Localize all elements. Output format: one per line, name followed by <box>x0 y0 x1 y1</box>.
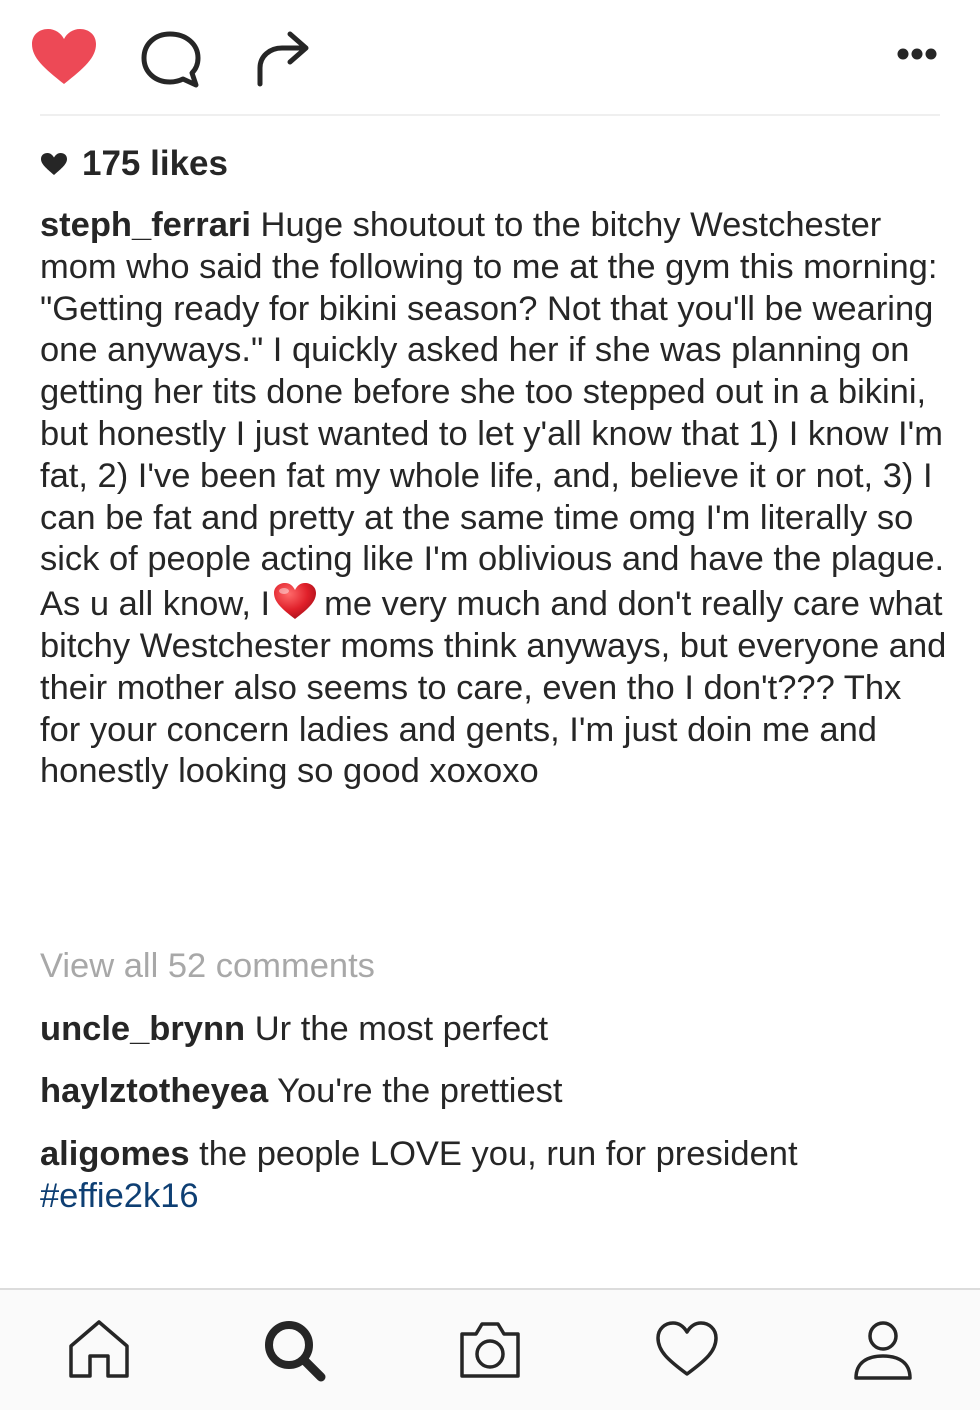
comment-item: uncle_brynn Ur the most perfect <box>40 1008 950 1050</box>
divider <box>40 114 940 116</box>
comment-bubble-icon[interactable] <box>140 30 204 90</box>
search-icon[interactable] <box>262 1318 328 1382</box>
comment-username[interactable]: uncle_brynn <box>40 1010 245 1048</box>
view-all-comments-link[interactable]: View all 52 comments <box>40 944 375 988</box>
post-action-bar <box>0 0 980 112</box>
bottom-navigation-bar <box>0 1288 980 1410</box>
comment-username[interactable]: haylztotheyea <box>40 1072 268 1110</box>
likes-count[interactable]: 175 likes <box>40 140 228 188</box>
likes-text: 175 likes <box>82 144 228 183</box>
profile-icon[interactable] <box>850 1318 916 1382</box>
comment-item: aligomes the people LOVE you, run for pr… <box>40 1133 950 1217</box>
red-heart-emoji-icon <box>274 583 317 620</box>
home-icon[interactable] <box>66 1318 132 1380</box>
share-arrow-icon[interactable] <box>252 28 314 88</box>
comment-hashtag-link[interactable]: #effie2k16 <box>40 1177 199 1215</box>
activity-heart-icon[interactable] <box>654 1318 720 1380</box>
comment-item: haylztotheyea You're the prettiest <box>40 1070 950 1112</box>
comment-username[interactable]: aligomes <box>40 1135 190 1173</box>
camera-icon[interactable] <box>456 1318 524 1382</box>
comment-text: the people LOVE you, run for president <box>199 1135 798 1173</box>
heart-small-icon <box>41 153 67 175</box>
post-caption: steph_ferrari Huge shoutout to the bitch… <box>40 205 950 793</box>
more-dots-icon[interactable] <box>896 46 938 62</box>
caption-username[interactable]: steph_ferrari <box>40 206 251 244</box>
comment-text: You're the prettiest <box>277 1072 563 1110</box>
heart-filled-icon[interactable] <box>30 28 98 86</box>
caption-text-part1: Huge shoutout to the bitchy Westchester … <box>40 206 945 624</box>
comment-text: Ur the most perfect <box>254 1010 549 1048</box>
